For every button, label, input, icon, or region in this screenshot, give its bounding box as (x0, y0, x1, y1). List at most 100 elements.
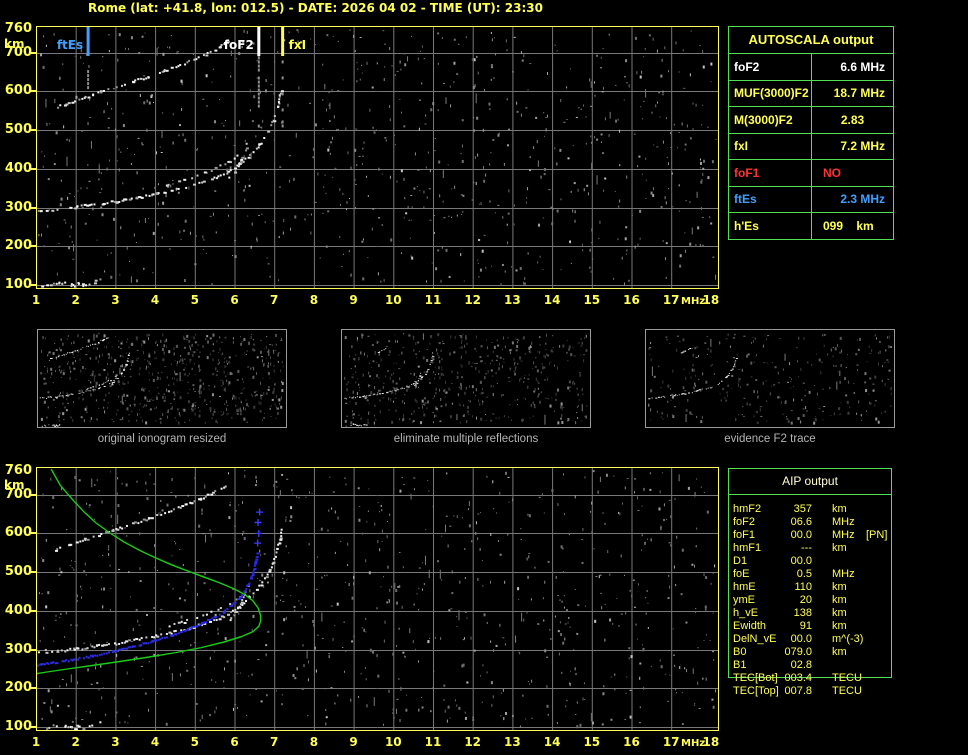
y-axis-tick (31, 648, 36, 651)
autoscala-row-ftes: ftEs 2.3 MHz (729, 185, 893, 212)
station-title: Rome (lat: +41.8, lon: 012.5) - DATE: 20… (88, 1, 543, 15)
aip-row-b1: B1 02.8 (728, 659, 898, 672)
aip-cell-e: [PN] (866, 529, 888, 541)
aip-cell-v: 20 (799, 594, 812, 606)
x-tick-label: 12 (464, 735, 482, 749)
aip-cell-n: foF1 (733, 529, 756, 541)
axis-unit-mhz: MHz (681, 738, 706, 749)
autoscala-row-label: fxI (729, 133, 812, 159)
x-tick-label: 5 (190, 293, 199, 307)
aip-cell-n: foE (733, 568, 750, 580)
y-axis-tick (31, 129, 36, 132)
x-tick-label: 4 (150, 293, 160, 307)
x-tick-label: 6 (230, 293, 239, 307)
y-tick-label: 400 (4, 160, 32, 176)
aip-cell-n: hmF2 (733, 503, 762, 515)
x-tick-label: 5 (190, 735, 199, 749)
autoscala-output-table: AUTOSCALA output foF2 6.6 MHz MUF(3000)F2 1… (728, 26, 894, 240)
aip-cell-u: km (832, 646, 847, 658)
panel-canvas (342, 330, 590, 427)
autoscala-row-muf3000f2: MUF(3000)F2 18.7 MHz (729, 79, 893, 106)
aip-row-foe: foE 0.5 MHz (728, 568, 898, 581)
aip-cell-n: Ewidth (733, 620, 767, 632)
x-tick-label: 15 (583, 735, 601, 749)
aip-cell-n: h_vE (733, 607, 759, 619)
panel-evidence-f2-trace (645, 329, 895, 428)
aip-cell-n: TEC[Top] (733, 685, 779, 697)
y-tick-label: 300 (4, 199, 32, 215)
panel-canvas (38, 330, 286, 427)
x-tick-label: 8 (309, 735, 319, 749)
aip-row-d1: D1 00.0 (728, 555, 898, 568)
aip-row-hmf2: hmF2 357 km (728, 503, 898, 516)
aip-cell-u: km (832, 542, 847, 554)
y-tick-label: 600 (4, 525, 32, 541)
panel-caption: evidence F2 trace (724, 433, 816, 445)
aip-cell-n: D1 (733, 555, 748, 567)
aip-cell-v: 357 (793, 503, 812, 515)
y-axis-tick (31, 90, 36, 93)
aip-cell-v: --- (801, 542, 812, 554)
autoscala-table-rows: foF2 6.6 MHz MUF(3000)F2 18.7 MHz M(3000)F2 2… (729, 53, 893, 239)
marker-label-fxi: fxI (288, 38, 307, 52)
autoscala-screen: Rome (lat: +41.8, lon: 012.5) - DATE: 20… (0, 0, 968, 755)
y-axis-tick (31, 609, 36, 612)
aip-cell-v: 003.4 (784, 672, 812, 684)
aip-row-delnve: DelN_vE 00.0 m^(-3) (728, 633, 898, 646)
aip-row-fof2: foF2 06.6 MHz (728, 516, 898, 529)
x-tick-label: 7 (270, 735, 279, 749)
aip-cell-n: ymE (733, 594, 755, 606)
x-tick-label: 14 (543, 293, 561, 307)
autoscala-table-header: AUTOSCALA output (748, 32, 874, 47)
x-tick-label: 11 (424, 735, 442, 749)
aip-cell-u: km (832, 503, 847, 515)
x-tick-label: 2 (71, 293, 80, 307)
x-tick-label: 13 (504, 293, 521, 307)
y-axis-tick (31, 726, 36, 728)
x-tick-label: 16 (623, 735, 640, 749)
y-axis-tick (31, 687, 36, 690)
autoscala-row-value: 099 km (823, 218, 874, 233)
x-tick-label: 16 (623, 293, 640, 307)
x-tick-label: 3 (111, 293, 120, 307)
aip-cell-u: m^(-3) (832, 633, 864, 645)
x-tick-label: 1 (31, 735, 41, 749)
aip-cell-v: 06.6 (790, 516, 812, 528)
y-axis-tick (31, 571, 36, 574)
aip-cell-v: 00.0 (790, 555, 812, 567)
aip-cell-u: MHz (832, 529, 855, 541)
autoscala-row-hes: h'Es 099 km (729, 212, 893, 239)
aip-cell-v: 007.8 (784, 685, 812, 697)
x-tick-label: 6 (230, 735, 239, 749)
autoscala-row-label: h'Es (729, 213, 812, 239)
y-tick-label: 200 (4, 238, 32, 254)
aip-cell-n: foF2 (733, 516, 756, 528)
aip-cell-n: hmE (733, 581, 756, 593)
y-tick-label: 200 (4, 680, 32, 696)
x-tick-label: 10 (384, 293, 402, 307)
x-tick-label: 12 (464, 293, 482, 307)
panel-caption: original ionogram resized (97, 433, 227, 445)
y-axis-tick (31, 167, 36, 170)
x-tick-label: 9 (349, 735, 358, 749)
y-tick-label: 300 (4, 641, 32, 657)
autoscala-row-fxi: fxI 7.2 MHz (729, 132, 893, 159)
autoscala-row-label: MUF(3000)F2 (729, 80, 812, 106)
x-tick-label: 4 (150, 735, 160, 749)
axis-unit-mhz: MHz (681, 296, 706, 307)
x-tick-label: 11 (424, 293, 442, 307)
aip-cell-u: km (832, 581, 847, 593)
axis-unit-km: km (4, 478, 25, 492)
aip-table-header: AIP output (729, 469, 891, 495)
x-tick-label: 10 (384, 735, 402, 749)
aip-cell-n: DelN_vE (733, 633, 777, 645)
aip-row-tecbot: TEC[Bot] 003.4 TECU (728, 672, 898, 685)
autoscala-row-label: foF1 (729, 160, 812, 186)
aip-cell-n: TEC[Bot] (733, 672, 778, 684)
y-axis-tick (31, 245, 36, 248)
y-axis-tick (31, 493, 36, 496)
autoscala-row-fof1: foF1 NO (729, 159, 893, 186)
x-tick-label: 14 (543, 735, 561, 749)
x-tick-label: 3 (111, 735, 120, 749)
y-tick-label: 760 (4, 463, 32, 479)
